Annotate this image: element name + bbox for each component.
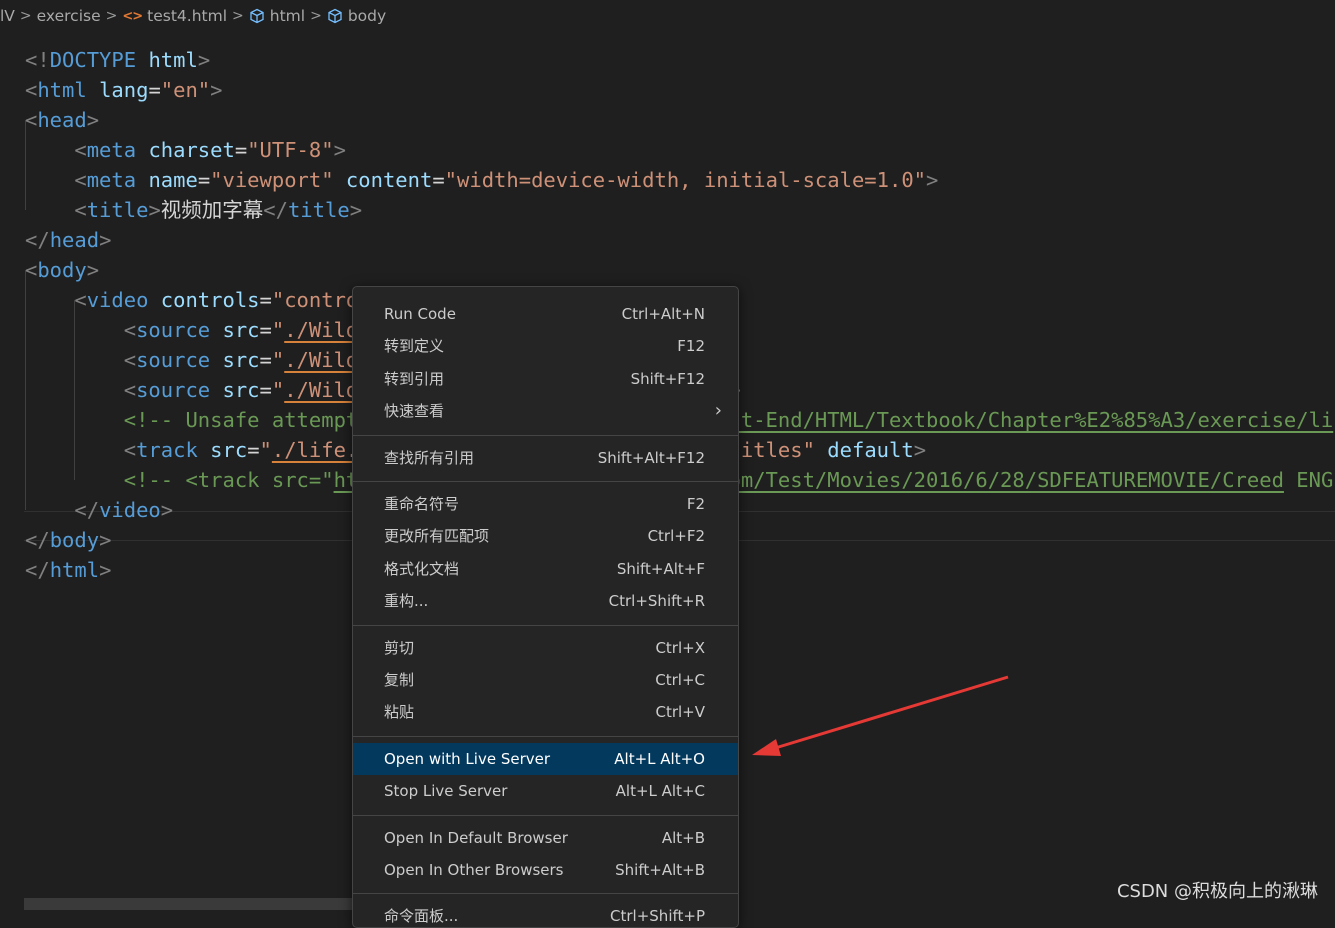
- watermark: CSDN @积极向上的湫琳: [1116, 881, 1318, 902]
- annotation-arrow: [752, 675, 1009, 756]
